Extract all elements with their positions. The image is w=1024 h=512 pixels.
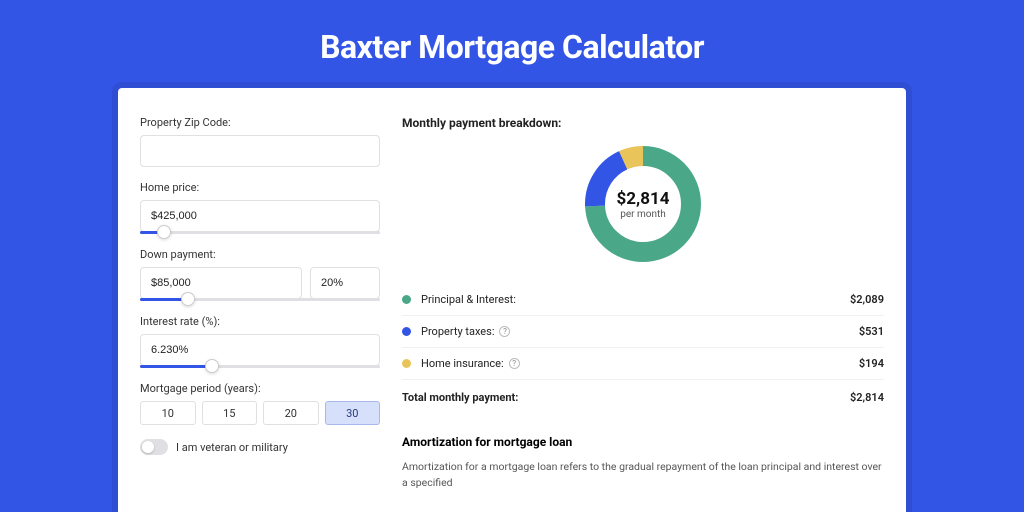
down-payment-slider-thumb[interactable] [181,292,195,306]
interest-slider-thumb[interactable] [205,359,219,373]
veteran-toggle[interactable] [140,439,168,455]
help-icon[interactable]: ? [509,358,520,369]
veteran-label: I am veteran or military [176,441,288,454]
home-price-slider-thumb[interactable] [157,225,171,239]
down-payment-input[interactable] [140,267,302,299]
period-option-10[interactable]: 10 [140,401,196,425]
period-option-15[interactable]: 15 [202,401,258,425]
calculator-panel: Property Zip Code: Home price: Down paym… [118,88,906,512]
legend-dot-icon [402,295,411,304]
page-title: Baxter Mortgage Calculator [0,0,1024,88]
legend-row-total: Total monthly payment: $2,814 [402,380,884,413]
donut-sub: per month [620,209,666,220]
legend-value-taxes: $531 [859,325,884,338]
legend-label-taxes: Property taxes: ? [421,325,859,338]
interest-label: Interest rate (%): [140,315,380,328]
breakdown-title: Monthly payment breakdown: [402,116,884,130]
home-price-label: Home price: [140,181,380,194]
zip-input[interactable] [140,135,380,167]
legend-value-total: $2,814 [850,391,884,404]
legend-dot-icon [402,327,411,336]
period-field: Mortgage period (years): 10 15 20 30 [140,382,380,425]
breakdown-column: Monthly payment breakdown: $2,814 per mo… [402,116,884,512]
legend-row-insurance: Home insurance: ? $194 [402,348,884,380]
legend-label-total: Total monthly payment: [402,391,850,404]
legend-row-principal: Principal & Interest: $2,089 [402,284,884,316]
period-option-20[interactable]: 20 [263,401,319,425]
zip-label: Property Zip Code: [140,116,380,129]
home-price-field: Home price: [140,181,380,234]
legend-value-principal: $2,089 [850,293,884,306]
period-option-30[interactable]: 30 [325,401,381,425]
home-price-slider[interactable] [140,231,380,234]
amortization-title: Amortization for mortgage loan [402,435,884,449]
donut-chart: $2,814 per month [402,142,884,266]
period-label: Mortgage period (years): [140,382,380,395]
interest-slider[interactable] [140,365,380,368]
legend-dot-icon [402,359,411,368]
veteran-field: I am veteran or military [140,439,380,455]
legend-label-insurance: Home insurance: ? [421,357,859,370]
help-icon[interactable]: ? [499,326,510,337]
home-price-input[interactable] [140,200,380,232]
legend-value-insurance: $194 [859,357,884,370]
amortization-text: Amortization for a mortgage loan refers … [402,459,884,491]
down-payment-pct-input[interactable] [310,267,380,299]
amortization-section: Amortization for mortgage loan Amortizat… [402,435,884,491]
input-column: Property Zip Code: Home price: Down paym… [140,116,380,512]
legend-row-taxes: Property taxes: ? $531 [402,316,884,348]
down-payment-slider[interactable] [140,298,380,301]
zip-field: Property Zip Code: [140,116,380,167]
interest-field: Interest rate (%): [140,315,380,368]
down-payment-field: Down payment: [140,248,380,301]
donut-amount: $2,814 [617,189,670,209]
interest-input[interactable] [140,334,380,366]
legend-label-principal: Principal & Interest: [421,293,850,306]
down-payment-label: Down payment: [140,248,380,261]
